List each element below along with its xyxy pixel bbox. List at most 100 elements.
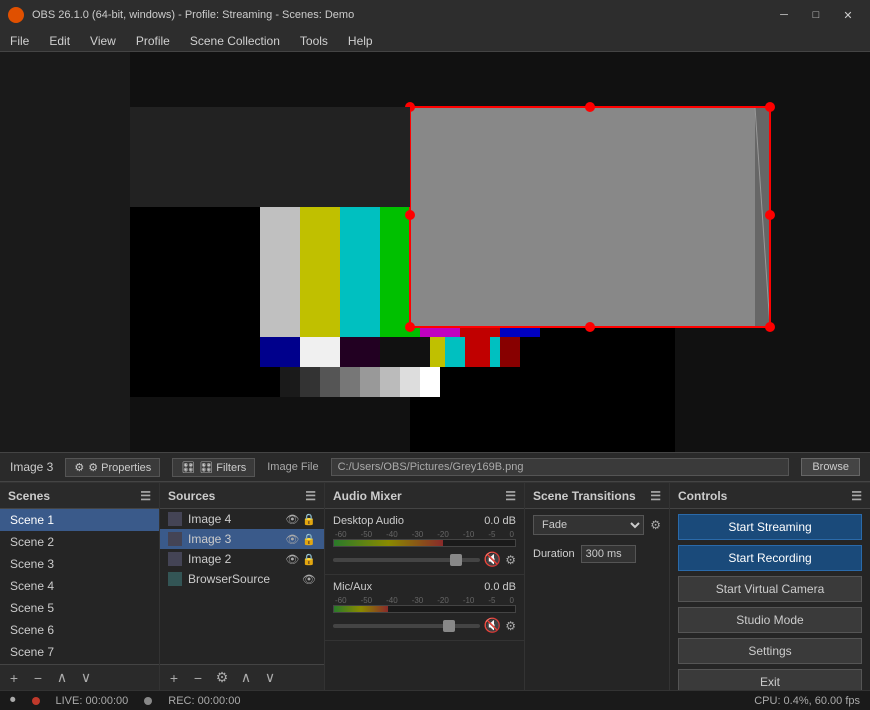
sources-panel-menu-icon[interactable]: ☰ <box>305 489 316 503</box>
close-button[interactable]: ✕ <box>834 5 862 25</box>
live-time: LIVE: 00:00:00 <box>56 695 129 707</box>
menu-file[interactable]: File <box>0 32 39 50</box>
add-scene-button[interactable]: + <box>4 668 24 688</box>
list-item[interactable]: Image 3 👁 🔒 <box>160 529 324 549</box>
transition-settings-button[interactable]: ⚙ <box>650 518 661 532</box>
sources-panel-header: Sources ☰ <box>160 483 324 509</box>
titlebar: OBS 26.1.0 (64-bit, windows) - Profile: … <box>0 0 870 30</box>
controls-panel-body: Start Streaming Start Recording Start Vi… <box>670 509 870 690</box>
rec-time: REC: 00:00:00 <box>168 695 240 707</box>
audio-panel: Audio Mixer ☰ Desktop Audio 0.0 dB -60-5… <box>325 483 525 690</box>
mic-aux-fader[interactable] <box>333 624 480 628</box>
gear-icon: ⚙ <box>74 461 84 474</box>
source-lock-icon[interactable]: 🔒 <box>302 553 316 566</box>
source-lock-icon[interactable]: 🔒 <box>302 533 316 546</box>
desktop-audio-ticks: -60-50-40-30-20-10-50 <box>333 530 516 539</box>
duration-row: Duration <box>525 541 669 567</box>
statusbar: ⏺ LIVE: 00:00:00 REC: 00:00:00 CPU: 0.4%… <box>0 690 870 710</box>
list-item[interactable]: Image 2 👁 🔒 <box>160 549 324 569</box>
record-indicator: ⏺ <box>10 694 16 707</box>
list-item[interactable]: Scene 1 <box>0 509 159 531</box>
properties-button[interactable]: ⚙ ⚙ Properties <box>65 458 160 477</box>
filter-icon: 🎛 <box>181 461 195 474</box>
start-recording-button[interactable]: Start Recording <box>678 545 862 571</box>
desktop-audio-meter <box>333 539 516 547</box>
image-source-icon <box>168 552 182 566</box>
menu-help[interactable]: Help <box>338 32 383 50</box>
transitions-panel-header: Scene Transitions ☰ <box>525 483 669 509</box>
transitions-panel: Scene Transitions ☰ Fade Cut Swipe Slide… <box>525 483 670 690</box>
menu-scene-collection[interactable]: Scene Collection <box>180 32 290 50</box>
scenes-title: Scenes <box>8 489 50 503</box>
scenes-panel-menu-icon[interactable]: ☰ <box>140 489 151 503</box>
panels-row: Scenes ☰ Scene 1 Scene 2 Scene 3 Scene 4… <box>0 482 870 690</box>
move-source-down-button[interactable]: ∨ <box>260 668 280 688</box>
minimize-button[interactable]: ─ <box>770 5 798 25</box>
menubar: File Edit View Profile Scene Collection … <box>0 30 870 52</box>
list-item[interactable]: Scene 6 <box>0 619 159 641</box>
list-item[interactable]: Scene 7 <box>0 641 159 663</box>
settings-button[interactable]: Settings <box>678 638 862 664</box>
menu-edit[interactable]: Edit <box>39 32 80 50</box>
remove-scene-button[interactable]: − <box>28 668 48 688</box>
maximize-button[interactable]: □ <box>802 5 830 25</box>
exit-button[interactable]: Exit <box>678 669 862 690</box>
move-scene-up-button[interactable]: ∧ <box>52 668 72 688</box>
scenes-panel-header: Scenes ☰ <box>0 483 159 509</box>
window-controls: ─ □ ✕ <box>770 5 862 25</box>
source-bar: Image 3 ⚙ ⚙ Properties 🎛 🎛 Filters Image… <box>0 452 870 482</box>
start-virtual-camera-button[interactable]: Start Virtual Camera <box>678 576 862 602</box>
browse-button[interactable]: Browse <box>801 458 860 476</box>
controls-panel: Controls ☰ Start Streaming Start Recordi… <box>670 483 870 690</box>
add-source-button[interactable]: + <box>164 668 184 688</box>
properties-label: ⚙ Properties <box>88 461 151 474</box>
source-settings-button[interactable]: ⚙ <box>212 668 232 688</box>
desktop-audio-fader[interactable] <box>333 558 480 562</box>
list-item[interactable]: Scene 5 <box>0 597 159 619</box>
menu-tools[interactable]: Tools <box>290 32 338 50</box>
mic-aux-channel: Mic/Aux 0.0 dB -60-50-40-30-20-10-50 🔇 ⚙ <box>325 575 524 641</box>
mic-aux-fader-row: 🔇 ⚙ <box>333 617 516 634</box>
controls-title: Controls <box>678 489 727 503</box>
desktop-audio-mute-button[interactable]: 🔇 <box>484 551 501 568</box>
scenes-panel-footer: + − ∧ ∨ <box>0 664 159 690</box>
desktop-audio-settings-button[interactable]: ⚙ <box>505 553 516 567</box>
start-streaming-button[interactable]: Start Streaming <box>678 514 862 540</box>
list-item[interactable]: Scene 4 <box>0 575 159 597</box>
move-scene-down-button[interactable]: ∨ <box>76 668 96 688</box>
menu-profile[interactable]: Profile <box>126 32 180 50</box>
mic-aux-meter <box>333 605 516 613</box>
filters-button[interactable]: 🎛 🎛 Filters <box>172 458 255 477</box>
preview-area <box>0 52 870 452</box>
transitions-panel-menu-icon[interactable]: ☰ <box>650 489 661 503</box>
move-source-up-button[interactable]: ∧ <box>236 668 256 688</box>
menu-view[interactable]: View <box>80 32 126 50</box>
mic-aux-settings-button[interactable]: ⚙ <box>505 619 516 633</box>
live-status-dot <box>32 697 40 705</box>
list-item[interactable]: Scene 3 <box>0 553 159 575</box>
sources-panel: Sources ☰ Image 4 👁 🔒 Image 3 👁 <box>160 483 325 690</box>
list-item[interactable]: Image 4 👁 🔒 <box>160 509 324 529</box>
duration-input[interactable] <box>581 545 636 563</box>
cpu-info: CPU: 0.4%, 60.00 fps <box>754 695 860 707</box>
source-name-label: Image 2 <box>188 552 231 566</box>
source-list: Image 4 👁 🔒 Image 3 👁 🔒 Im <box>160 509 324 589</box>
desktop-audio-name: Desktop Audio <box>333 515 404 527</box>
studio-mode-button[interactable]: Studio Mode <box>678 607 862 633</box>
remove-source-button[interactable]: − <box>188 668 208 688</box>
image-source-icon <box>168 532 182 546</box>
image-source-icon <box>168 512 182 526</box>
source-visible-icon[interactable]: 👁 <box>302 573 316 586</box>
source-visible-icon[interactable]: 👁 <box>285 553 299 566</box>
audio-panel-menu-icon[interactable]: ☰ <box>505 489 516 503</box>
source-lock-icon[interactable]: 🔒 <box>302 513 316 526</box>
mic-aux-mute-button[interactable]: 🔇 <box>484 617 501 634</box>
list-item[interactable]: Scene 2 <box>0 531 159 553</box>
source-visible-icon[interactable]: 👁 <box>285 533 299 546</box>
list-item[interactable]: BrowserSource 👁 <box>160 569 324 589</box>
image-file-label: Image File <box>267 461 318 473</box>
source-visible-icon[interactable]: 👁 <box>285 513 299 526</box>
transition-type-select[interactable]: Fade Cut Swipe Slide Stinger <box>533 515 644 535</box>
controls-panel-menu-icon[interactable]: ☰ <box>851 489 862 503</box>
transitions-panel-body: Fade Cut Swipe Slide Stinger ⚙ Duration <box>525 509 669 690</box>
